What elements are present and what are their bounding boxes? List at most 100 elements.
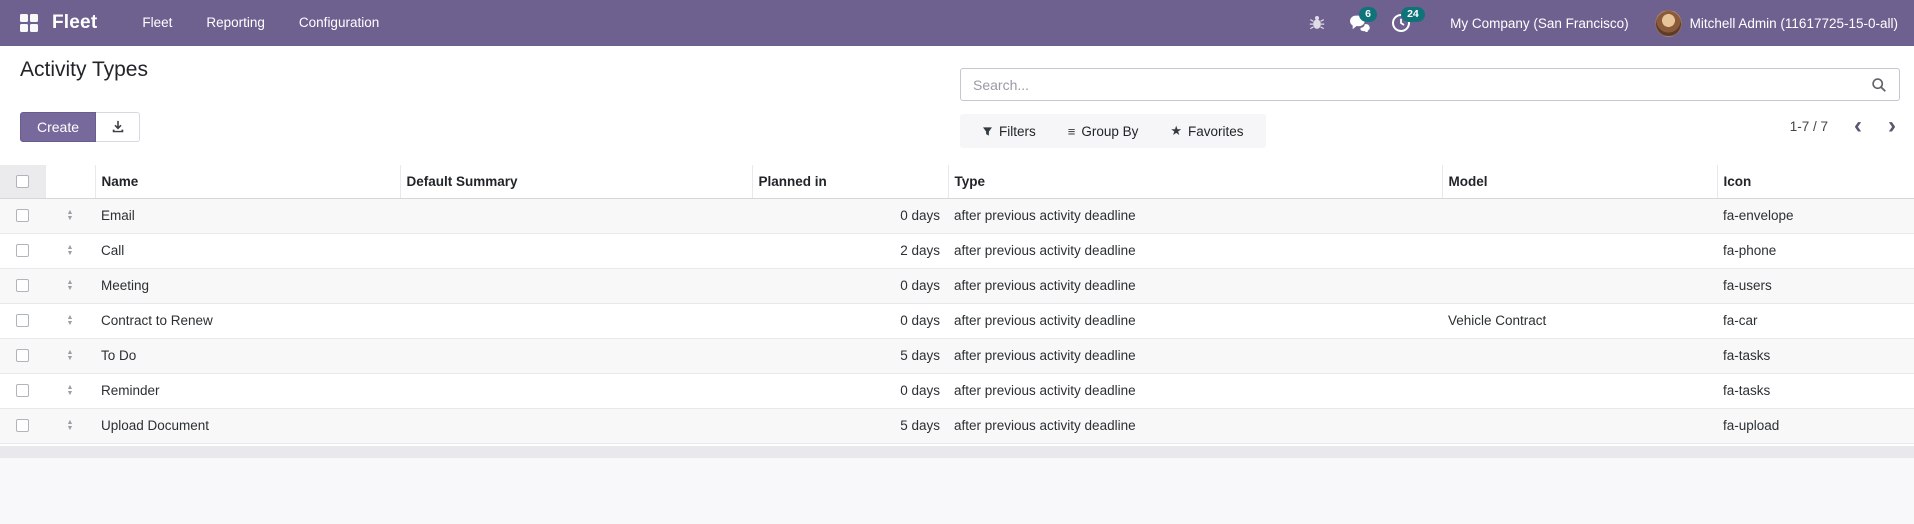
- pager-range: 1-7 / 7: [1790, 119, 1828, 134]
- activities-clock-icon[interactable]: 24: [1384, 6, 1418, 40]
- messages-icon[interactable]: 6: [1342, 6, 1376, 40]
- cell-model: Vehicle Contract: [1442, 303, 1717, 338]
- app-brand[interactable]: Fleet: [52, 12, 97, 34]
- activities-badge: 24: [1401, 7, 1425, 22]
- list-view: Name Default Summary Planned in Type Mod…: [0, 165, 1914, 524]
- table-row[interactable]: ▲▼ Call 2 days after previous activity d…: [0, 233, 1914, 268]
- menu-fleet[interactable]: Fleet: [125, 0, 189, 46]
- cell-planned-in: 0 days: [752, 303, 948, 338]
- drag-handle-icon[interactable]: ▲▼: [45, 338, 95, 373]
- search-options-bar: Filters ≡ Group By ★ Favorites: [960, 114, 1266, 148]
- drag-handle-icon[interactable]: ▲▼: [45, 268, 95, 303]
- apps-menu-icon[interactable]: [20, 14, 38, 32]
- group-by-button[interactable]: ≡ Group By: [1052, 114, 1155, 148]
- cell-model: [1442, 233, 1717, 268]
- row-checkbox[interactable]: [16, 279, 29, 292]
- cell-icon: fa-phone: [1717, 233, 1914, 268]
- table-row[interactable]: ▲▼ Upload Document 5 days after previous…: [0, 408, 1914, 443]
- group-by-icon: ≡: [1068, 124, 1076, 139]
- row-checkbox[interactable]: [16, 209, 29, 222]
- row-checkbox[interactable]: [16, 419, 29, 432]
- cell-name: Upload Document: [95, 408, 400, 443]
- cell-icon: fa-envelope: [1717, 198, 1914, 233]
- column-header-model[interactable]: Model: [1442, 165, 1717, 198]
- cell-model: [1442, 408, 1717, 443]
- cell-default-summary: [400, 373, 752, 408]
- cell-icon: fa-car: [1717, 303, 1914, 338]
- search-icon[interactable]: [1865, 77, 1899, 93]
- cell-model: [1442, 268, 1717, 303]
- column-header-type[interactable]: Type: [948, 165, 1442, 198]
- cell-icon: fa-upload: [1717, 408, 1914, 443]
- cell-icon: fa-users: [1717, 268, 1914, 303]
- company-switcher[interactable]: My Company (San Francisco): [1426, 16, 1647, 31]
- cell-default-summary: [400, 198, 752, 233]
- control-panel: Activity Types Create Filters: [0, 46, 1914, 165]
- download-icon: [111, 120, 125, 134]
- column-header-default-summary[interactable]: Default Summary: [400, 165, 752, 198]
- table-row[interactable]: ▲▼ To Do 5 days after previous activity …: [0, 338, 1914, 373]
- cell-planned-in: 0 days: [752, 268, 948, 303]
- table-footer-strip: [0, 446, 1914, 458]
- cell-default-summary: [400, 408, 752, 443]
- row-checkbox[interactable]: [16, 244, 29, 257]
- export-button[interactable]: [96, 112, 140, 142]
- cell-name: Contract to Renew: [95, 303, 400, 338]
- favorites-button[interactable]: ★ Favorites: [1154, 114, 1259, 148]
- table-row[interactable]: ▲▼ Contract to Renew 0 days after previo…: [0, 303, 1914, 338]
- cell-name: To Do: [95, 338, 400, 373]
- cell-icon: fa-tasks: [1717, 373, 1914, 408]
- table-row[interactable]: ▲▼ Email 0 days after previous activity …: [0, 198, 1914, 233]
- menu-configuration[interactable]: Configuration: [282, 0, 396, 46]
- user-avatar: [1655, 10, 1682, 37]
- table-row[interactable]: ▲▼ Meeting 0 days after previous activit…: [0, 268, 1914, 303]
- create-button[interactable]: Create: [20, 112, 96, 142]
- drag-handle-icon[interactable]: ▲▼: [45, 233, 95, 268]
- pager-next-icon[interactable]: ›: [1888, 116, 1896, 136]
- cell-name: Email: [95, 198, 400, 233]
- page-title: Activity Types: [20, 58, 148, 82]
- cell-default-summary: [400, 233, 752, 268]
- column-header-planned-in[interactable]: Planned in: [752, 165, 948, 198]
- cell-model: [1442, 198, 1717, 233]
- cell-model: [1442, 373, 1717, 408]
- column-header-name[interactable]: Name: [95, 165, 400, 198]
- top-navbar: Fleet Fleet Reporting Configuration 6: [0, 0, 1914, 46]
- cell-type: after previous activity deadline: [948, 408, 1442, 443]
- search-bar: [960, 68, 1900, 101]
- drag-handle-icon[interactable]: ▲▼: [45, 198, 95, 233]
- cell-type: after previous activity deadline: [948, 233, 1442, 268]
- row-checkbox[interactable]: [16, 314, 29, 327]
- cell-planned-in: 0 days: [752, 373, 948, 408]
- table-row[interactable]: ▲▼ Reminder 0 days after previous activi…: [0, 373, 1914, 408]
- debug-bug-icon[interactable]: [1300, 6, 1334, 40]
- filters-button[interactable]: Filters: [966, 114, 1052, 148]
- user-name: Mitchell Admin (11617725-15-0-all): [1690, 16, 1898, 31]
- cell-icon: fa-tasks: [1717, 338, 1914, 373]
- cell-default-summary: [400, 338, 752, 373]
- drag-handle-icon[interactable]: ▲▼: [45, 408, 95, 443]
- messages-badge: 6: [1359, 7, 1377, 22]
- drag-handle-icon[interactable]: ▲▼: [45, 373, 95, 408]
- cell-name: Reminder: [95, 373, 400, 408]
- cell-default-summary: [400, 268, 752, 303]
- pager-previous-icon[interactable]: ‹: [1854, 116, 1862, 136]
- cell-type: after previous activity deadline: [948, 303, 1442, 338]
- star-icon: ★: [1170, 123, 1182, 139]
- search-input[interactable]: [961, 77, 1865, 93]
- cell-name: Meeting: [95, 268, 400, 303]
- cell-type: after previous activity deadline: [948, 373, 1442, 408]
- user-menu[interactable]: Mitchell Admin (11617725-15-0-all): [1655, 10, 1898, 37]
- row-checkbox[interactable]: [16, 349, 29, 362]
- column-header-icon[interactable]: Icon: [1717, 165, 1914, 198]
- select-all-checkbox[interactable]: [16, 175, 29, 188]
- row-checkbox[interactable]: [16, 384, 29, 397]
- cell-type: after previous activity deadline: [948, 338, 1442, 373]
- drag-handle-icon[interactable]: ▲▼: [45, 303, 95, 338]
- menu-reporting[interactable]: Reporting: [189, 0, 282, 46]
- cell-model: [1442, 338, 1717, 373]
- cell-planned-in: 0 days: [752, 198, 948, 233]
- cell-planned-in: 2 days: [752, 233, 948, 268]
- cell-name: Call: [95, 233, 400, 268]
- table-header-row: Name Default Summary Planned in Type Mod…: [0, 165, 1914, 198]
